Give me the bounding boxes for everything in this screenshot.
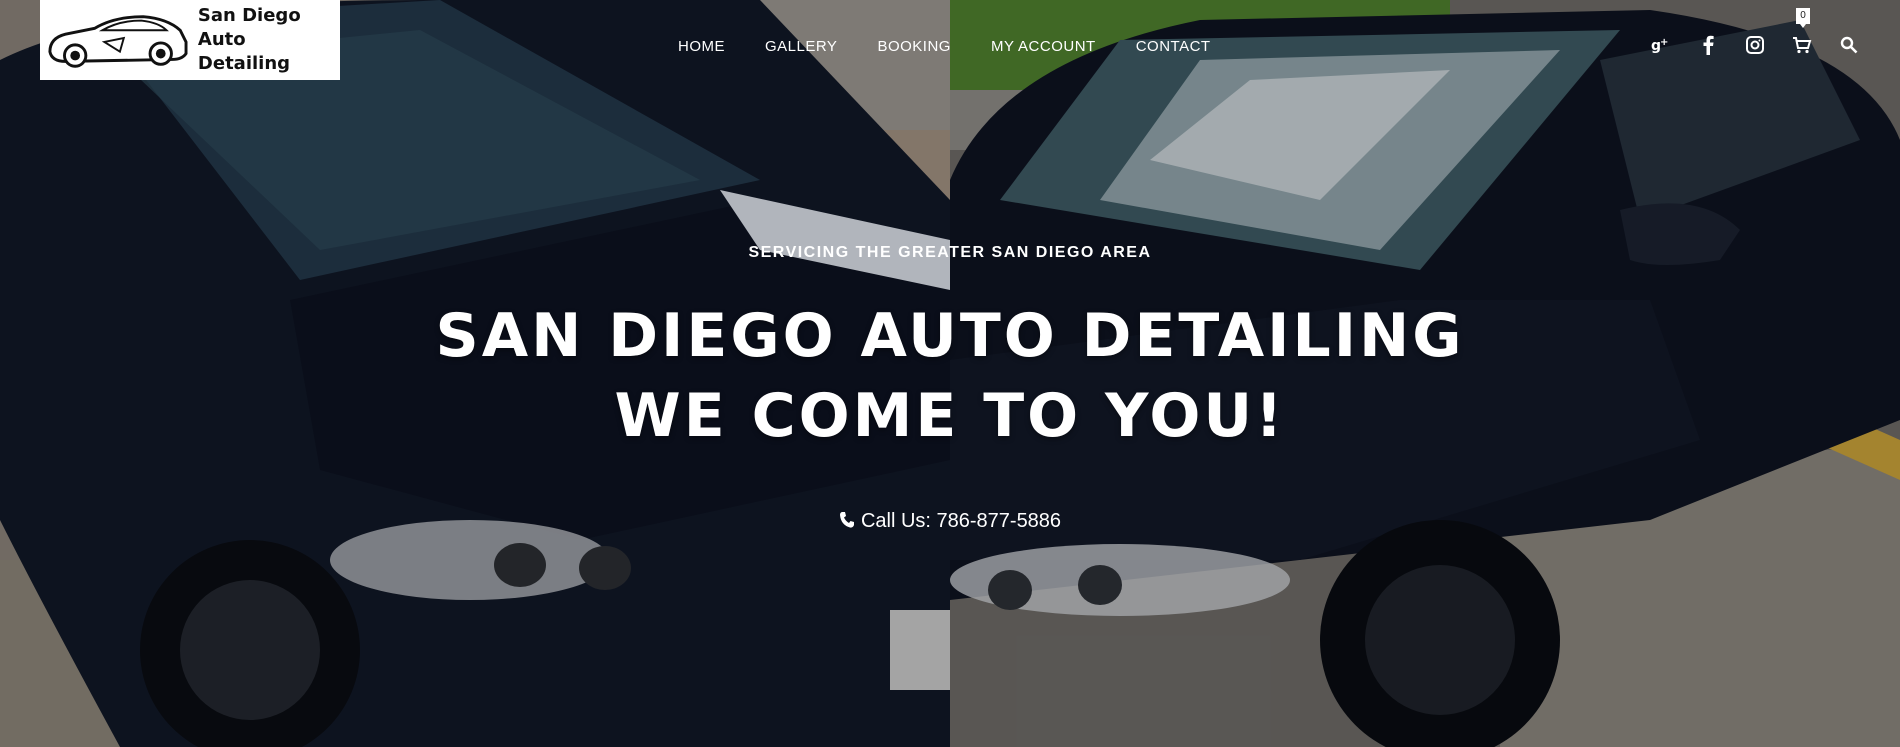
svg-text:+: + — [1660, 37, 1668, 48]
search-icon[interactable] — [1838, 34, 1860, 56]
nav-gallery[interactable]: GALLERY — [765, 38, 837, 55]
site-logo[interactable]: San Diego Auto Detailing — [40, 0, 340, 80]
header-icons: g + 0 — [1625, 8, 1860, 56]
hero-title-line-1: SAN DIEGO AUTO DETAILING — [435, 301, 1465, 371]
logo-wordmark: San Diego Auto Detailing — [198, 4, 340, 76]
hero-title: SAN DIEGO AUTO DETAILING WE COME TO YOU! — [0, 296, 1900, 456]
logo-line-2: Auto Detailing — [197, 29, 291, 74]
cart-icon[interactable]: 0 — [1791, 8, 1813, 56]
instagram-icon[interactable] — [1744, 34, 1766, 56]
call-us-text: Call Us: 786-877-5886 — [860, 510, 1062, 532]
google-plus-icon[interactable]: g + — [1650, 34, 1672, 56]
nav-booking[interactable]: BOOKING — [877, 38, 951, 55]
cart-count-badge: 0 — [1796, 8, 1810, 28]
phone-icon — [839, 511, 855, 535]
car-logo-icon — [48, 15, 188, 68]
call-us-link[interactable]: Call Us: 786-877-5886 — [0, 510, 1900, 535]
main-nav: HOME GALLERY BOOKING MY ACCOUNT CONTACT — [678, 38, 1251, 55]
hero-title-line-2: WE COME TO YOU! — [614, 381, 1286, 451]
nav-my-account[interactable]: MY ACCOUNT — [991, 38, 1096, 55]
hero-subtitle: SERVICING THE GREATER SAN DIEGO AREA — [748, 244, 1152, 261]
nav-contact[interactable]: CONTACT — [1136, 38, 1211, 55]
nav-home[interactable]: HOME — [678, 38, 725, 55]
facebook-icon[interactable] — [1697, 34, 1719, 56]
logo-line-1: San Diego — [197, 5, 301, 26]
